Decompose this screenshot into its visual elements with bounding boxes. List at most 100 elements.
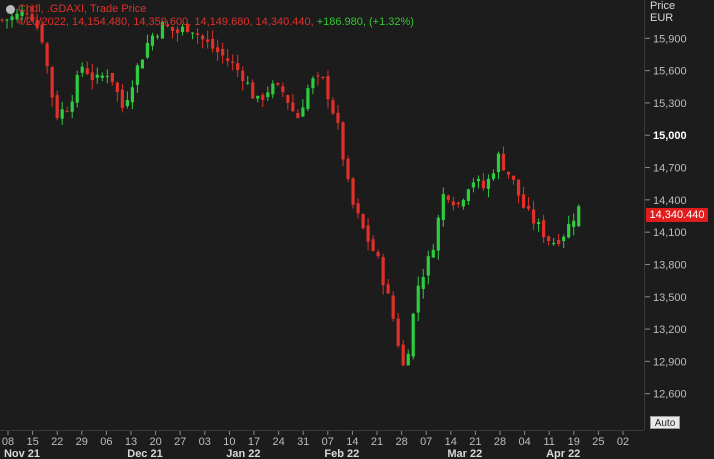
candle-body[interactable] (55, 95, 59, 119)
candle-body[interactable] (276, 83, 280, 85)
candle-body[interactable] (421, 277, 425, 289)
candle-body[interactable] (366, 225, 370, 242)
candle-body[interactable] (60, 109, 64, 119)
candle-body[interactable] (261, 94, 265, 100)
candle-body[interactable] (381, 257, 385, 286)
candle-body[interactable] (251, 82, 255, 99)
candle-body[interactable] (241, 70, 245, 82)
candle-body[interactable] (572, 220, 576, 228)
candle-body[interactable] (291, 102, 295, 112)
candle-body[interactable] (506, 171, 511, 175)
candle-body[interactable] (416, 285, 420, 313)
candle-body[interactable] (526, 205, 531, 209)
candle-body[interactable] (145, 42, 150, 58)
candle-body[interactable] (547, 236, 551, 241)
candle-body[interactable] (411, 313, 415, 357)
candle-body[interactable] (281, 86, 285, 93)
candle-body[interactable] (451, 201, 455, 206)
candle-body[interactable] (221, 48, 225, 56)
candle-body[interactable] (491, 173, 496, 179)
candle-body[interactable] (461, 199, 465, 207)
candle-body[interactable] (391, 295, 395, 319)
candle-body[interactable] (65, 111, 69, 113)
candle-body[interactable] (70, 101, 74, 112)
candle-body[interactable] (431, 249, 435, 258)
candle-body[interactable] (125, 100, 129, 106)
candle-body[interactable] (286, 95, 290, 103)
candle-body[interactable] (110, 72, 114, 83)
candle-body[interactable] (211, 38, 215, 49)
candle-body[interactable] (75, 74, 79, 103)
series-icon[interactable] (6, 5, 15, 14)
candle-body[interactable] (371, 239, 375, 251)
candle-body[interactable] (516, 179, 521, 196)
candle-body[interactable] (50, 66, 54, 98)
date-axis[interactable]: 08 15 22 29 06 13 20 27 03 10 17 24 31 07 14 21 28 07 14 21… (0, 430, 644, 459)
candle-body[interactable] (521, 194, 526, 208)
candle-body[interactable] (271, 83, 275, 95)
candle-body[interactable] (321, 76, 325, 78)
candle-body[interactable] (175, 29, 180, 33)
candle-body[interactable] (386, 284, 390, 294)
candle-body[interactable] (552, 243, 556, 245)
candle-body[interactable] (45, 43, 49, 67)
candle-body[interactable] (401, 344, 405, 366)
candlestick-plot[interactable] (0, 0, 644, 430)
candle-body[interactable] (396, 318, 400, 346)
candle-body[interactable] (266, 92, 270, 98)
candle-body[interactable] (441, 194, 445, 221)
candle-body[interactable] (331, 100, 335, 114)
candle-body[interactable] (226, 58, 230, 61)
candle-body[interactable] (567, 223, 571, 238)
candle-body[interactable] (130, 87, 134, 103)
candle-body[interactable] (0, 19, 4, 21)
candle-body[interactable] (557, 239, 561, 244)
candle-body[interactable] (562, 236, 566, 242)
candle-body[interactable] (542, 220, 546, 238)
candle-body[interactable] (311, 78, 315, 89)
candle-body[interactable] (90, 72, 94, 80)
candle-body[interactable] (326, 76, 330, 100)
candle-body[interactable] (476, 178, 481, 182)
candle-body[interactable] (346, 158, 350, 179)
candle-body[interactable] (256, 95, 260, 99)
candle-body[interactable] (466, 189, 470, 201)
candle-body[interactable] (95, 74, 99, 78)
candle-body[interactable] (85, 68, 89, 75)
candle-body[interactable] (471, 182, 476, 188)
candle-body[interactable] (351, 178, 355, 205)
candle-body[interactable] (376, 251, 380, 257)
candle-body[interactable] (206, 39, 210, 42)
candle-body[interactable] (80, 66, 84, 73)
candle-body[interactable] (511, 175, 516, 180)
candle-body[interactable] (406, 353, 410, 366)
auto-scale-button[interactable]: Auto (650, 416, 680, 429)
candle-body[interactable] (246, 82, 250, 84)
candle-body[interactable] (361, 214, 365, 229)
candle-body[interactable] (195, 33, 200, 35)
candle-body[interactable] (190, 32, 195, 34)
candle-body[interactable] (481, 180, 486, 189)
candle-body[interactable] (105, 75, 109, 77)
candle-body[interactable] (577, 206, 581, 227)
candle-body[interactable] (236, 63, 240, 71)
candle-body[interactable] (200, 35, 205, 40)
candle-body[interactable] (216, 47, 220, 53)
candle-body[interactable] (316, 75, 320, 77)
candle-body[interactable] (115, 82, 119, 93)
candle-body[interactable] (426, 256, 430, 276)
candle-body[interactable] (531, 209, 536, 224)
candle-body[interactable] (155, 36, 160, 38)
candle-body[interactable] (436, 217, 440, 251)
candle-body[interactable] (336, 112, 340, 123)
candle-body[interactable] (301, 107, 305, 117)
candle-body[interactable] (446, 195, 450, 200)
candle-body[interactable] (140, 59, 145, 69)
candle-body[interactable] (486, 178, 491, 189)
candle-body[interactable] (496, 153, 501, 173)
candle-body[interactable] (150, 35, 155, 46)
candle-body[interactable] (100, 75, 104, 78)
candle-body[interactable] (296, 113, 300, 119)
candle-body[interactable] (306, 88, 310, 109)
candle-body[interactable] (456, 202, 460, 205)
